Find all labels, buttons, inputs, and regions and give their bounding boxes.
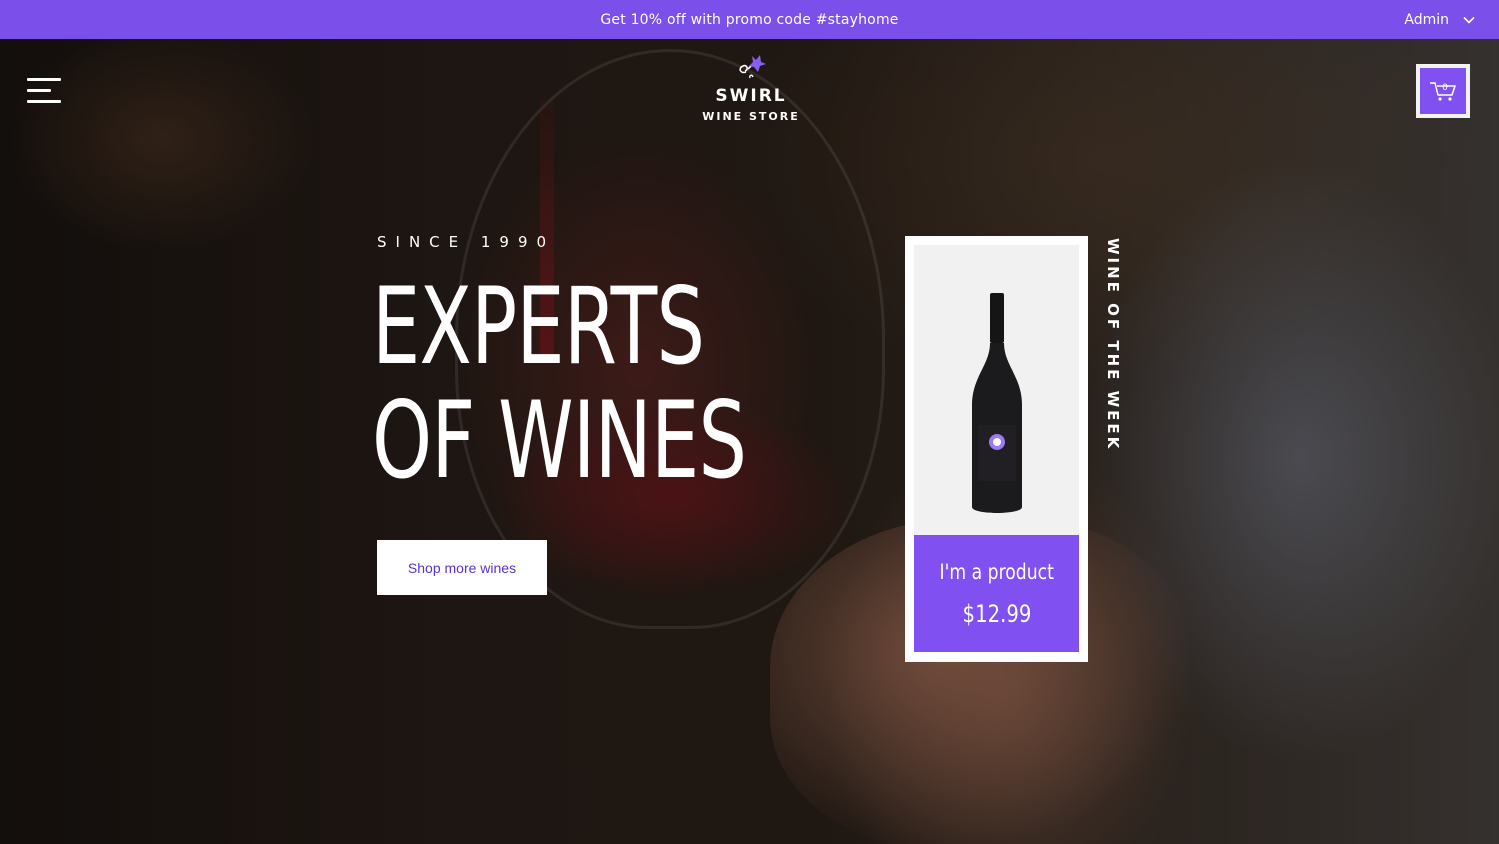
headline-line-2: OF WINES (372, 379, 747, 502)
cart-button[interactable]: 0 (1416, 64, 1470, 118)
product-image[interactable] (914, 245, 1079, 535)
wine-bottle-icon (972, 293, 1022, 513)
wine-of-the-week-label: WINE OF THE WEEK (1104, 238, 1122, 452)
product-price: $12.99 (962, 599, 1031, 628)
chevron-down-icon (1463, 16, 1475, 24)
logo[interactable]: SWIRL WINE STORE (700, 52, 802, 123)
admin-menu[interactable]: Admin (1404, 0, 1475, 39)
cart-icon: 0 (1430, 82, 1457, 101)
headline-line-1: EXPERTS (372, 265, 705, 388)
logo-tagline: WINE STORE (702, 110, 800, 123)
product-info: I'm a product $12.99 (914, 535, 1079, 652)
grape-logo-icon (739, 55, 766, 79)
hero-headline: EXPERTS OF WINES (372, 265, 747, 502)
menu-icon[interactable] (27, 78, 61, 106)
hero-background (0, 39, 1499, 844)
product-name: I'm a product (939, 559, 1054, 584)
hero-overlay (0, 39, 1499, 844)
since-label: SINCE 1990 (377, 233, 556, 251)
promo-text: Get 10% off with promo code #stayhome (600, 11, 899, 28)
shop-more-wines-button[interactable]: Shop more wines (377, 540, 547, 595)
cart-count: 0 (1442, 83, 1448, 93)
logo-name: SWIRL (715, 86, 787, 106)
promo-bar: Get 10% off with promo code #stayhome Ad… (0, 0, 1499, 39)
admin-label: Admin (1404, 11, 1449, 28)
featured-product-card[interactable]: I'm a product $12.99 (905, 236, 1088, 662)
